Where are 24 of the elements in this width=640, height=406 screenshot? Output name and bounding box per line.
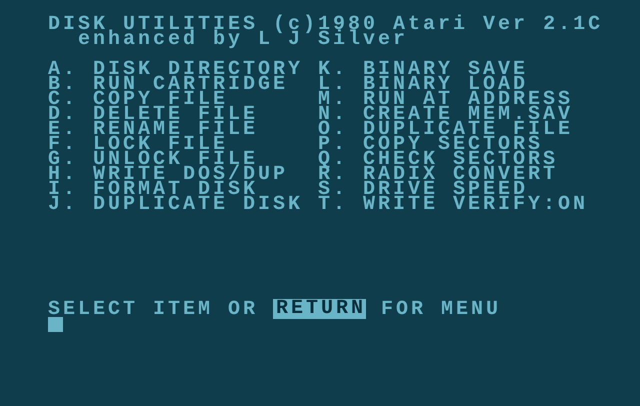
title-text: enhanced by L J Silver <box>78 32 408 47</box>
menu-option: F. LOCK FILE <box>48 137 318 152</box>
menu-option: B. RUN CARTRIDGE <box>48 77 318 92</box>
menu-option: M. RUN AT ADDRESS <box>318 92 618 107</box>
menu-option: K. BINARY SAVE <box>318 62 618 77</box>
menu-option: Q. CHECK SECTORS <box>318 152 618 167</box>
menu-option: A. DISK DIRECTORY <box>48 62 318 77</box>
menu-option: J. DUPLICATE DISK <box>48 197 318 212</box>
menu-option: L. BINARY LOAD <box>318 77 618 92</box>
menu-option: S. DRIVE SPEED <box>318 182 618 197</box>
menu-option: O. DUPLICATE FILE <box>318 122 618 137</box>
prompt-text: SELECT ITEM OR <box>48 302 258 317</box>
return-key-label: RETURN <box>273 299 366 319</box>
menu-option: H. WRITE DOS/DUP <box>48 167 318 182</box>
menu-option: E. RENAME FILE <box>48 122 318 137</box>
menu-option: D. DELETE FILE <box>48 107 318 122</box>
menu-option: T. WRITE VERIFY:ON <box>318 197 618 212</box>
menu-option: C. COPY FILE <box>48 92 318 107</box>
prompt-text: FOR MENU <box>381 302 502 317</box>
menu-option: I. FORMAT DISK <box>48 182 318 197</box>
menu-option: R. RADIX CONVERT <box>318 167 618 182</box>
menu-option: N. CREATE MEM.SAV <box>318 107 618 122</box>
menu-option: P. COPY SECTORS <box>318 137 618 152</box>
text-cursor <box>48 317 63 332</box>
